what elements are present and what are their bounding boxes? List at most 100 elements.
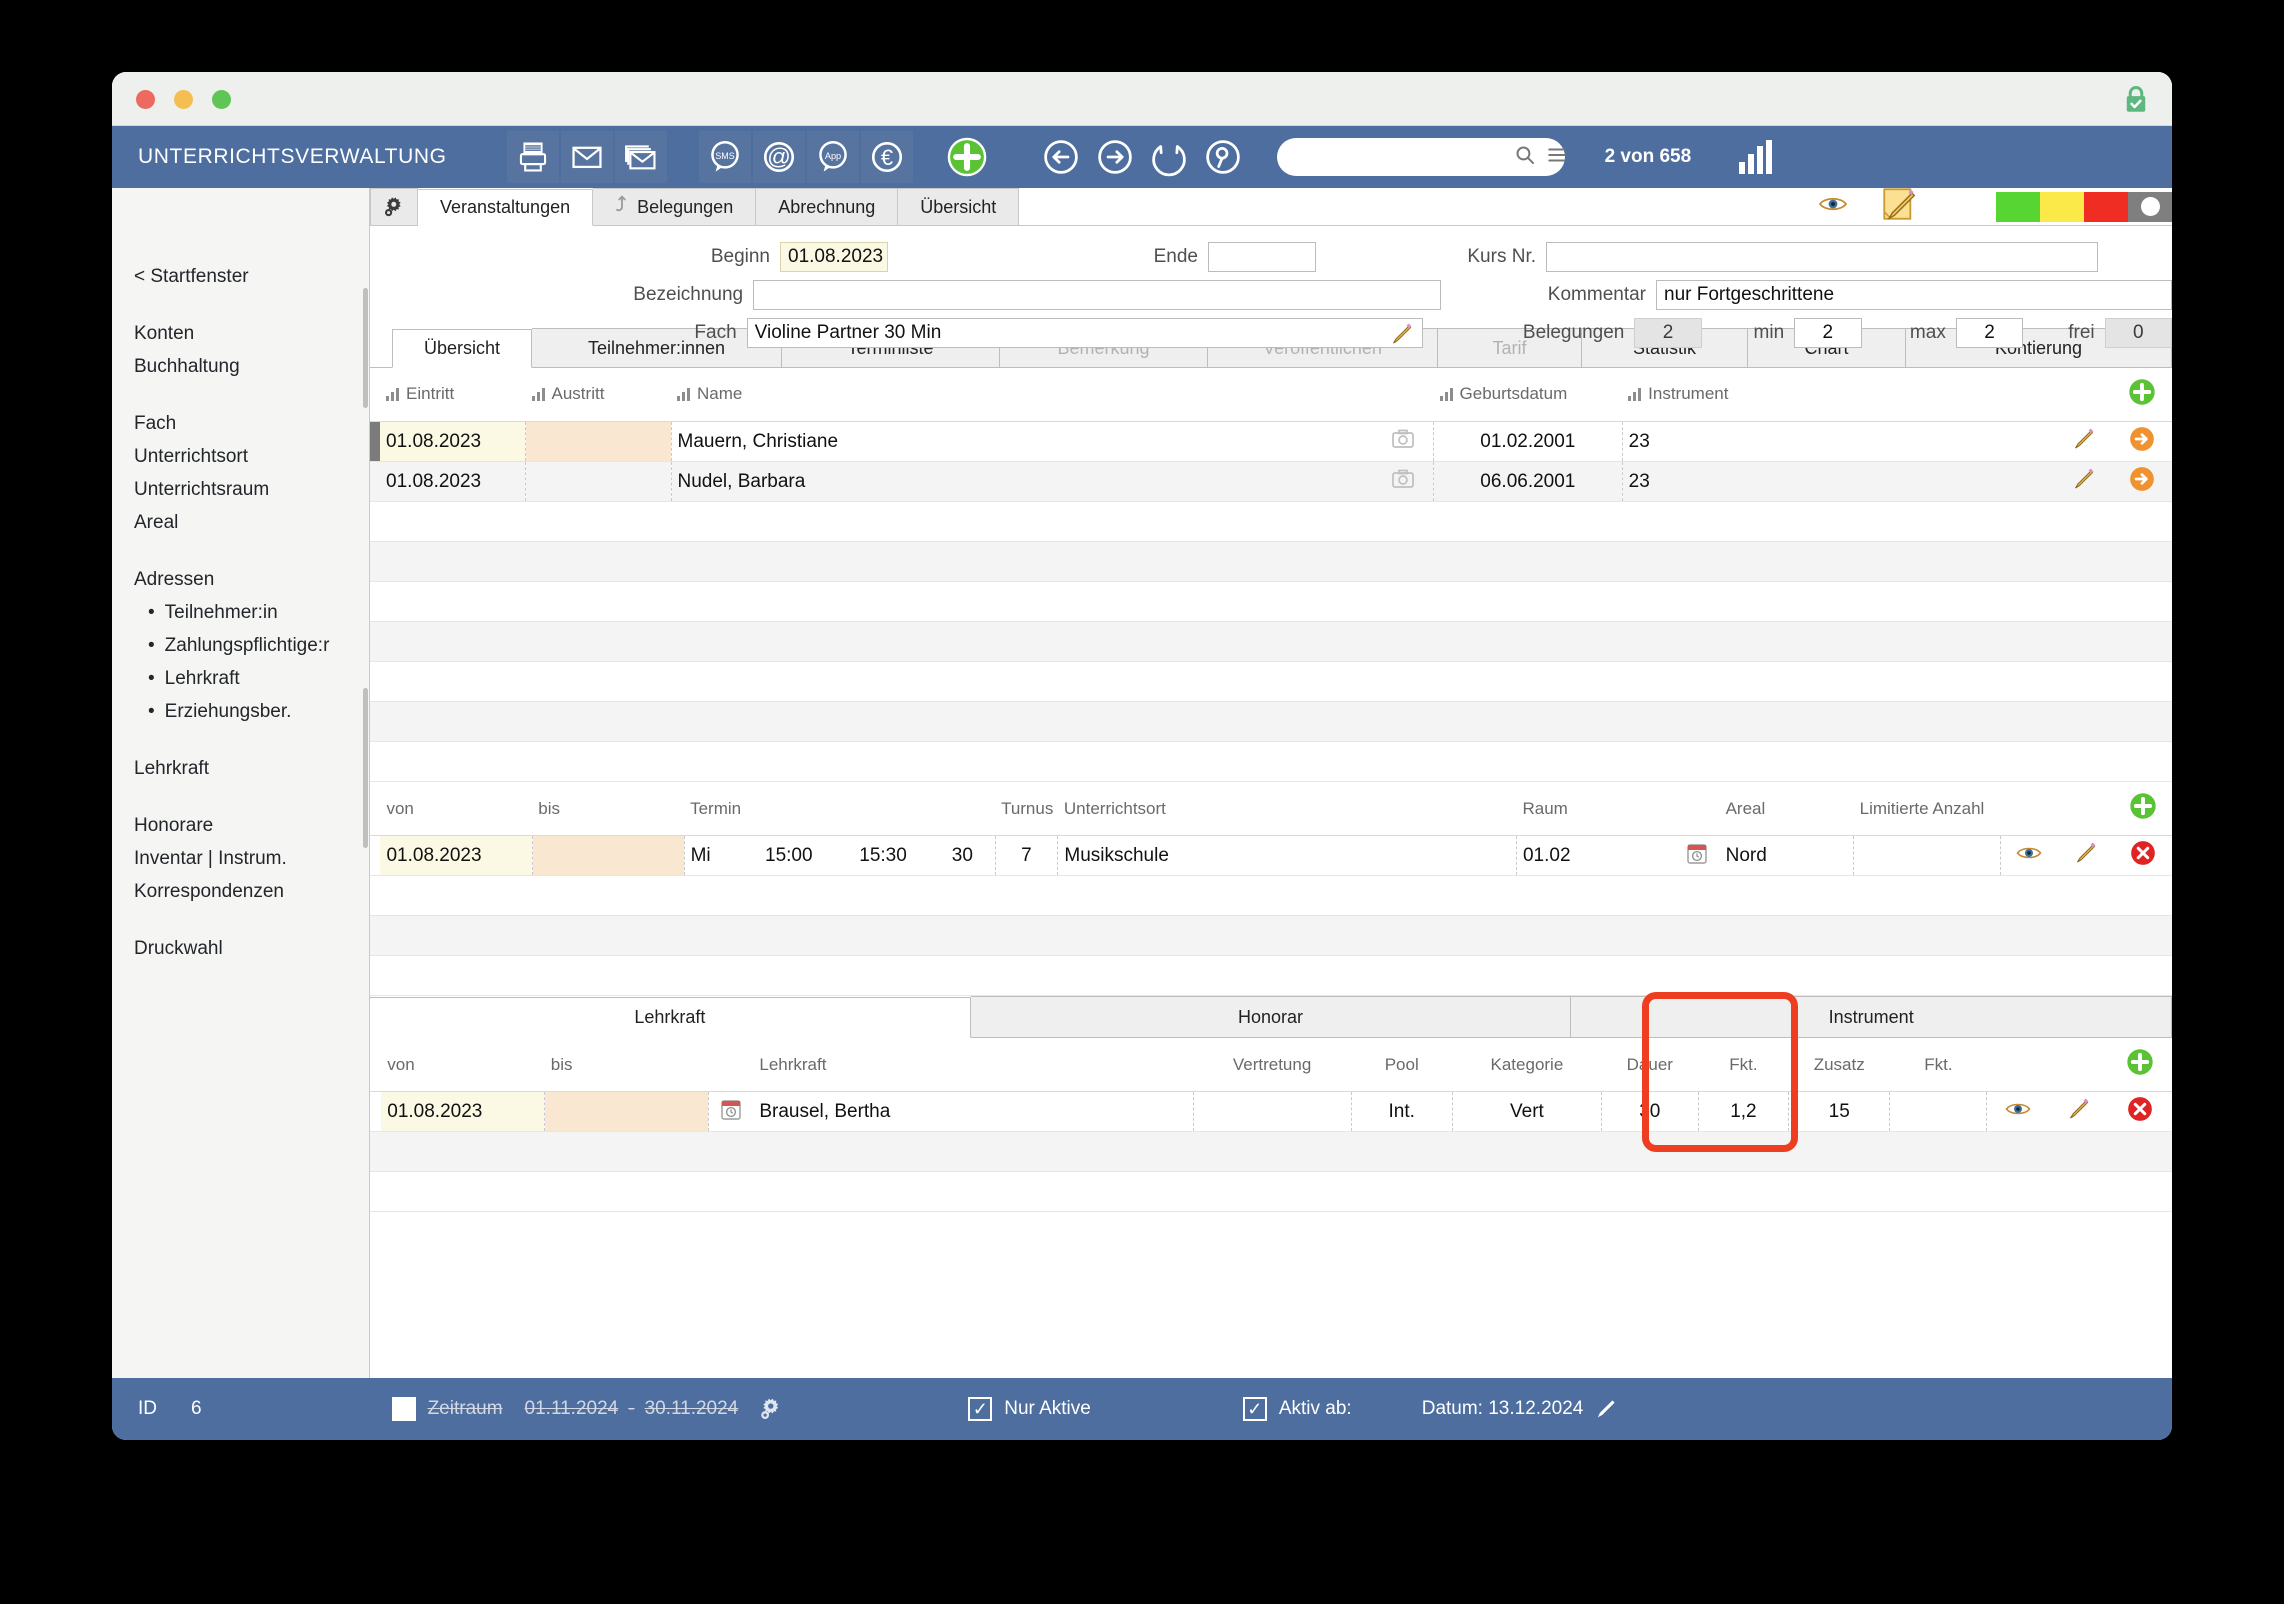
status-swatch-yellow[interactable] [2040,191,2084,222]
tab-abrechnung[interactable]: Abrechnung [756,188,899,225]
table-row[interactable]: 01.08.2023 Brausel, Bertha Int. Vert 30 … [370,1091,2172,1132]
tab-instrument[interactable]: Instrument [1571,996,2172,1037]
sidebar-item-fach[interactable]: Fach [134,407,369,440]
sidebar-item-inventar-instrum[interactable]: Inventar | Instrum. [134,842,369,875]
status-swatch-red[interactable] [2084,191,2128,222]
row-view-button[interactable] [1999,835,2057,876]
cell-bis[interactable] [544,1091,709,1132]
cell-instrument[interactable]: 23 [1621,421,2054,462]
row-delete-button[interactable] [2113,835,2172,876]
cell-austritt[interactable] [525,461,671,502]
cell-bis[interactable] [531,835,685,876]
appointments-add-button[interactable] [2113,782,2172,836]
pencil-icon[interactable] [1593,1397,1617,1421]
sidebar-item-adressen[interactable]: Adressen [134,563,369,596]
search-box[interactable] [1276,138,1566,176]
cell-zeit-von[interactable]: 15:00 [741,835,836,876]
sidebar-item-teilnehmerin[interactable]: Teilnehmer:in [134,596,369,629]
nur-aktive-checkbox[interactable]: ✓ [968,1397,993,1421]
tab-lehrkraft[interactable]: Lehrkraft [370,997,971,1038]
kommentar-field[interactable]: nur Fortgeschrittene [1656,280,2172,310]
teachers-add-button[interactable] [2108,1038,2172,1092]
sort-bars-icon[interactable] [1439,386,1455,406]
cell-instrument[interactable]: 23 [1621,461,2054,502]
sidebar-item-buchhaltung[interactable]: Buchhaltung [134,350,369,383]
add-row-icon[interactable] [2125,1049,2155,1081]
cell-zusatz[interactable]: 15 [1787,1091,1890,1132]
add-plus-icon[interactable] [941,131,993,183]
row-select-bar[interactable] [370,461,381,502]
cell-dauer[interactable]: 30 [1600,1091,1699,1132]
ende-field[interactable] [1208,242,1316,272]
cell-fkt1[interactable]: 1,2 [1697,1091,1789,1132]
sidebar-item-druckwahl[interactable]: Druckwahl [134,932,369,965]
participants-add-button[interactable] [2111,368,2172,422]
cell-unterrichtsort[interactable]: Musikschule [1057,835,1517,876]
at-sign-icon[interactable]: @ [752,131,805,183]
row-edit-button[interactable] [2053,421,2112,462]
camera-icon[interactable] [1373,461,1434,502]
bezeichnung-field[interactable] [753,280,1441,310]
forward-arrow-icon[interactable] [1089,131,1141,183]
cell-wochentag[interactable]: Mi [683,835,742,876]
sidebar-item-unterrichtsraum[interactable]: Unterrichtsraum [134,473,369,506]
sidebar-item-erziehungsber[interactable]: Erziehungsber. [134,695,369,728]
cell-geburtsdatum[interactable]: 01.02.2001 [1433,421,1623,462]
gear-icon[interactable] [370,188,418,225]
app-bubble-icon[interactable]: App [806,131,859,183]
sidebar-scrollbar-upper[interactable] [363,288,368,408]
row-goto-button[interactable] [2111,461,2172,502]
sidebar-item-lehrkraft[interactable]: Lehrkraft [134,752,369,785]
tab-veranstaltungen[interactable]: Veranstaltungen [418,189,594,226]
add-row-icon[interactable] [2128,793,2158,825]
cell-von[interactable]: 01.08.2023 [381,1091,545,1132]
status-swatch-gray[interactable] [2128,191,2172,222]
sidebar-item-lehrkraft-adresse[interactable]: Lehrkraft [134,662,369,695]
arrow-circle-icon[interactable] [2128,466,2156,498]
printer-icon[interactable] [506,131,559,183]
arrow-circle-icon[interactable] [2128,426,2156,458]
cell-name[interactable]: Nudel, Barbara [670,461,1374,502]
cell-eintritt[interactable]: 01.08.2023 [380,461,526,502]
sort-bars-icon[interactable] [386,386,401,406]
add-row-icon[interactable] [2127,379,2157,411]
cell-austritt[interactable] [525,421,671,462]
sidebar-item-startfenster[interactable]: < Startfenster [134,260,369,293]
tab-uebersicht[interactable]: Übersicht [392,329,532,368]
cell-dauer[interactable]: 30 [930,835,996,876]
sort-bars-icon[interactable] [1628,386,1643,406]
euro-icon[interactable]: € [860,131,913,183]
window-maximize-button[interactable] [212,90,231,109]
table-row[interactable]: 01.08.2023 Mi 15:00 15:30 30 7 Musikschu… [370,835,2172,876]
sort-bars-icon[interactable] [677,386,692,406]
row-edit-button[interactable] [2056,835,2114,876]
beginn-field[interactable]: 01.08.2023 [780,242,888,272]
table-row[interactable]: 01.08.2023 Nudel, Barbara 06.06.2001 23 [370,461,2172,502]
cell-raum[interactable]: 01.02 [1515,835,1674,876]
cell-vertretung[interactable] [1192,1091,1351,1132]
cell-turnus[interactable]: 7 [994,835,1058,876]
gear-icon[interactable] [758,1396,784,1422]
sidebar-item-zahlungspflichtiger[interactable]: Zahlungspflichtige:r [134,629,369,662]
tab-belegungen[interactable]: Belegungen [593,188,757,225]
search-icon[interactable] [1514,144,1536,171]
fach-field[interactable]: Violine Partner 30 Min [746,318,1423,348]
sidebar-item-konten[interactable]: Konten [134,317,369,350]
row-edit-button[interactable] [2047,1091,2109,1132]
pencil-icon[interactable] [1388,322,1414,352]
cell-lehrkraft[interactable]: Brausel, Bertha [753,1091,1194,1132]
note-edit-icon[interactable] [1882,187,1916,226]
cell-fkt2[interactable] [1889,1091,1987,1132]
cell-eintritt[interactable]: 01.08.2023 [380,421,526,462]
col-instrument[interactable]: Instrument [1622,368,2054,422]
min-field[interactable]: 2 [1794,318,1862,348]
pencil-icon[interactable] [2072,842,2098,870]
mail-stack-icon[interactable] [614,131,667,183]
row-delete-button[interactable] [2108,1091,2172,1132]
eye-icon[interactable] [2005,1102,2031,1123]
cell-von[interactable]: 01.08.2023 [380,835,533,876]
sidebar-item-korrespondenzen[interactable]: Korrespondenzen [134,875,369,908]
max-field[interactable]: 2 [1955,318,2024,348]
sort-bars-icon[interactable] [531,386,547,406]
col-austritt[interactable]: Austritt [525,368,671,422]
